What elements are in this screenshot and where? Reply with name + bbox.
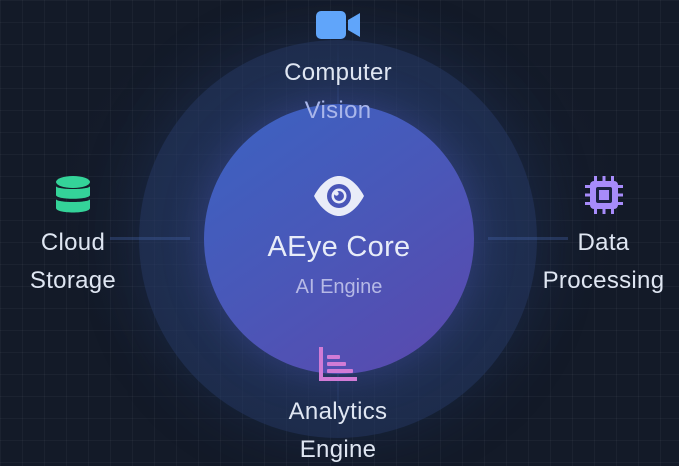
node-data-processing-line2: Processing: [542, 267, 665, 294]
node-cloud-storage-line2: Storage: [29, 267, 117, 294]
eye-icon: [314, 176, 364, 216]
node-computer-vision-line1: Computer: [284, 59, 392, 86]
node-data-processing-line1: Data: [577, 229, 630, 256]
bar-chart-icon: [319, 347, 357, 381]
core-subtitle: AI Engine: [295, 276, 383, 298]
node-analytics-engine: Analytics Engine: [238, 393, 438, 466]
cpu-chip-icon: [585, 176, 623, 214]
node-computer-vision: Computer Vision: [238, 54, 438, 130]
core-title: AEye Core: [267, 231, 411, 263]
diagram-canvas: AEye Core AI Engine Computer Vision Clou…: [0, 0, 679, 466]
node-computer-vision-line2: Vision: [304, 97, 372, 124]
node-analytics-engine-line2: Engine: [299, 436, 377, 463]
node-cloud-storage-line1: Cloud: [40, 229, 106, 256]
node-data-processing: Data Processing: [528, 224, 679, 300]
database-icon: [56, 176, 90, 213]
node-cloud-storage: Cloud Storage: [0, 224, 146, 300]
node-analytics-engine-line1: Analytics: [288, 398, 388, 425]
video-camera-icon: [316, 11, 360, 39]
